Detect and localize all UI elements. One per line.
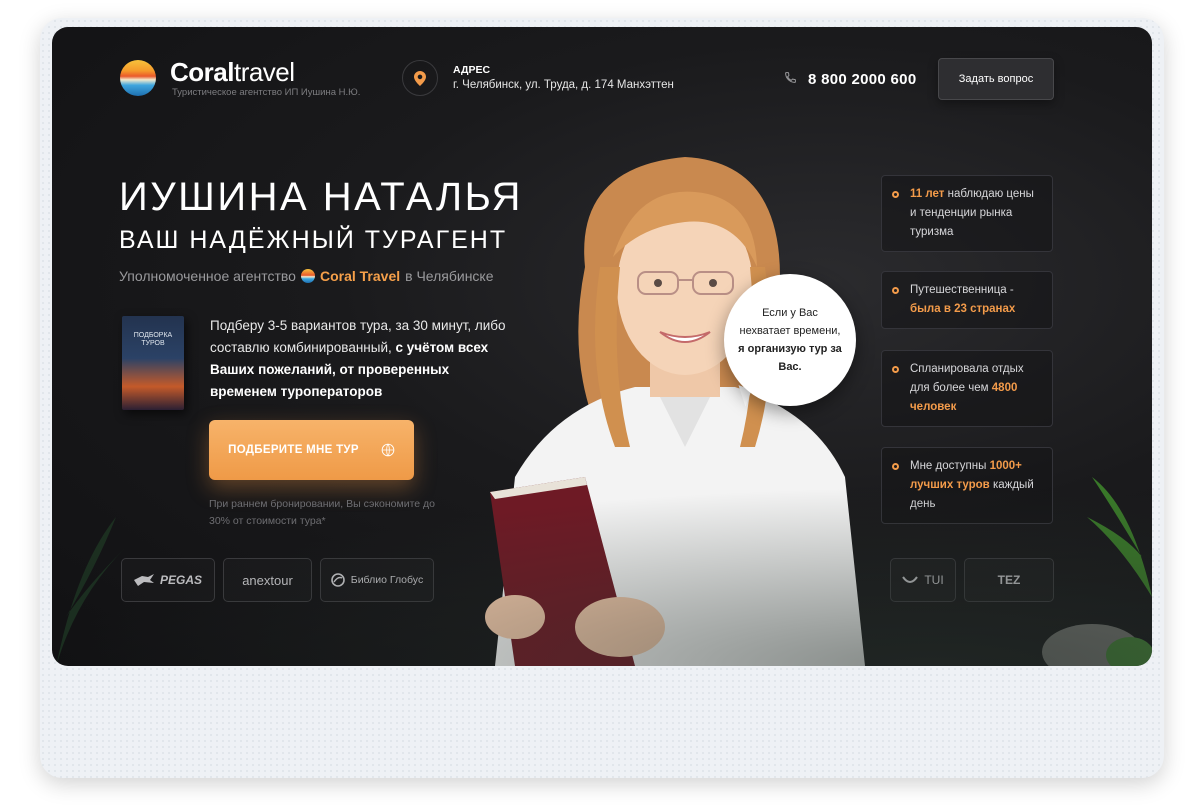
rock-image [1042,624,1152,666]
partner-label: Библио Глобус [350,574,424,586]
stat-bullet-icon [892,463,899,470]
biblio-globus-icon [330,573,345,587]
partner-anextour[interactable]: anextour [223,558,312,602]
partner-tez[interactable]: TEZ [964,558,1054,602]
cta-label: ПОДБЕРИТЕ МНЕ ТУР [228,444,359,456]
stat-bullet-icon [892,366,899,373]
agency-brand: Coral Travel [319,268,401,284]
phone-icon [784,71,797,89]
partner-label: TUI [924,573,944,587]
pick-tour-button[interactable]: ПОДБЕРИТЕ МНЕ ТУР [209,420,414,480]
stat-text: Мне доступны [910,460,987,472]
landing-page: Coraltravel Туристическое агентство ИП И… [52,27,1152,666]
book-title: ПОДБОРКА ТУРОВ [133,332,173,348]
stat-highlight: была в 23 странах [910,303,1016,315]
partner-label: PEGAS [159,573,202,587]
coral-mini-icon [300,269,315,283]
pegas-icon [133,574,154,586]
stat-bullet-icon [892,191,899,198]
bubble-plain: Если у Вас нехватает времени, [739,307,841,337]
address-label: АДРЕС [453,64,491,76]
partner-label: anextour [242,572,293,588]
address-text: г. Челябинск, ул. Труда, д. 174 Манхэтте… [453,79,674,91]
logo-wordmark[interactable]: Coraltravel [170,57,295,88]
stat-card: Спланировала отдых для более чем 4800 че… [881,350,1053,427]
partner-label: TEZ [997,573,1021,587]
stat-bullet-icon [892,287,899,294]
palm-leaf-right [1087,477,1152,597]
stat-highlight: 11 лет [910,188,945,200]
agency-subtitle: Туристическое агентство ИП Иушина Н.Ю. [172,87,361,98]
bubble-bold: я организую тур за Вас. [738,343,842,373]
stat-card: Мне доступны 1000+ лучших туров каждый д… [881,447,1053,524]
globe-icon [381,443,395,457]
stat-text: Путешественница - [910,284,1014,296]
agency-prefix: Уполномоченное агентство [119,268,296,284]
phone-number[interactable]: 8 800 2000 600 [808,71,916,88]
partner-biblio-globus[interactable]: Библио Глобус [320,558,434,602]
coral-logo-icon[interactable] [120,60,156,96]
agent-photo [485,157,865,666]
speech-bubble: Если у Вас нехватает времени, я организу… [724,274,856,406]
palm-leaf-left [56,517,126,666]
stat-card: Путешественница - была в 23 странах [881,271,1053,329]
early-booking-note: При раннем бронировании, Вы сэкономите д… [209,498,436,527]
location-pin-icon [402,60,438,96]
stat-card: 11 лет наблюдаю цены и тенденции рынка т… [881,175,1053,252]
ask-question-button[interactable]: Задать вопрос [938,58,1054,100]
tour-catalog-image: ПОДБОРКА ТУРОВ [122,316,184,410]
